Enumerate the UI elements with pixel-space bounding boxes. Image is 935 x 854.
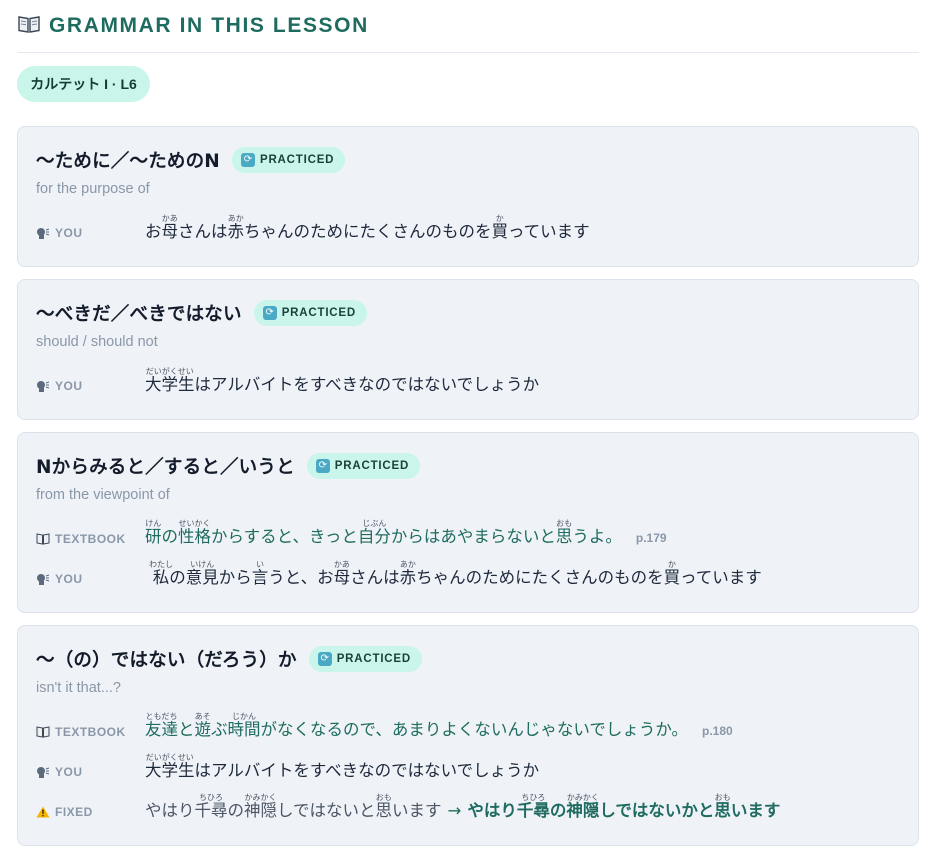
practiced-badge: ⟳ PRACTICED: [253, 300, 367, 326]
kanji-with-furigana: 言い: [251, 560, 269, 587]
original-sentence: やはり千尋ちひろの神隠かみかくしではないと思おもいます: [145, 793, 442, 820]
kanji-with-furigana: 千尋ちひろ: [194, 793, 228, 820]
grammar-title: Nからみると／すると／いうと: [36, 457, 295, 478]
you-label: YOU: [36, 226, 83, 240]
repeat-icon: ⟳: [262, 306, 277, 320]
warning-icon: [36, 806, 50, 818]
grammar-title: 〜べきだ／べきではない: [36, 304, 242, 325]
kanji-with-furigana: 千尋ちひろ: [516, 793, 550, 820]
grammar-title-row: 〜べきだ／べきではない ⟳ PRACTICED: [36, 300, 367, 326]
textbook-label: TEXTBOOK: [36, 725, 126, 739]
example-you: YOU お母かあさんは赤あかちゃんのためにたくさんのものを買かっています: [36, 203, 896, 243]
example-fixed: FIXED やはり千尋ちひろの神隠かみかくしではないと思おもいます → やはり千尋ち…: [36, 782, 896, 822]
badge-label: PRACTICED: [259, 154, 335, 166]
practiced-badge: ⟳ PRACTICED: [231, 147, 346, 173]
kanji-with-furigana: 大学生だいがくせい: [145, 753, 195, 780]
fixed-label: FIXED: [36, 805, 93, 819]
practiced-badge: ⟳ PRACTICED: [308, 646, 422, 672]
speaking-head-icon: [37, 574, 50, 585]
badge-label: PRACTICED: [281, 307, 356, 319]
example-sentence: お母かあさんは赤あかちゃんのためにたくさんのものを買かっています: [145, 214, 590, 241]
example-sentence: 友達ともだちと遊あそぶ時間じかんがなくなるので、あまりよくないんじゃないでしょう…: [145, 712, 733, 739]
example-you: YOU 大学生だいがくせいはアルバイトをすべきなのではないでしょうか: [36, 356, 896, 396]
grammar-title-row: Nからみると／すると／いうと ⟳ PRACTICED: [36, 453, 421, 479]
example-sentence: 研けんの性格せいかくからすると、きっと自分じぶんからはあやまらないと思おもうよ。…: [145, 519, 667, 546]
kanji-with-furigana: 時間じかん: [227, 712, 261, 739]
grammar-card: Nからみると／すると／いうと ⟳ PRACTICED from the view…: [17, 432, 919, 613]
kanji-with-furigana: 赤あか: [399, 560, 417, 587]
repeat-icon: ⟳: [317, 652, 332, 666]
kanji-with-furigana: 思おも: [714, 793, 731, 820]
corrected-sentence: やはり千尋ちひろの神隠かみかくしではないかと思おもいます: [467, 793, 781, 820]
lesson-tag[interactable]: カルテット I · L6: [17, 66, 150, 102]
grammar-meaning: isn't it that...?: [36, 680, 121, 696]
kanji-with-furigana: 買か: [663, 560, 681, 587]
you-label: YOU: [36, 572, 83, 586]
speaking-head-icon: [37, 381, 50, 392]
example-you: YOU 私わたしの意見いけんから言いうと、お母かあさんは赤あかちゃんのためにたく…: [36, 549, 896, 589]
grammar-title-row: 〜（の）ではない（だろう）か ⟳ PRACTICED: [36, 646, 422, 672]
section-title: GRAMMAR IN THIS LESSON: [49, 14, 369, 37]
badge-label: PRACTICED: [336, 653, 411, 665]
speaking-head-icon: [37, 767, 50, 778]
kanji-with-furigana: 遊あそ: [194, 712, 212, 739]
example-textbook: TEXTBOOK 研けんの性格せいかくからすると、きっと自分じぶんからはあやまら…: [36, 509, 896, 549]
arrow-right-icon: →: [447, 801, 462, 820]
example-you: YOU 大学生だいがくせいはアルバイトをすべきなのではないでしょうか: [36, 742, 896, 782]
textbook-label: TEXTBOOK: [36, 532, 126, 546]
example-textbook: TEXTBOOK 友達ともだちと遊あそぶ時間じかんがなくなるので、あまりよくない…: [36, 702, 896, 742]
you-label: YOU: [36, 765, 83, 779]
page-reference[interactable]: p.179: [636, 531, 667, 545]
example-sentence: 大学生だいがくせいはアルバイトをすべきなのではないでしょうか: [145, 753, 540, 780]
example-sentence: 大学生だいがくせいはアルバイトをすべきなのではないでしょうか: [145, 367, 540, 394]
kanji-with-furigana: 買か: [491, 214, 509, 241]
practiced-badge: ⟳ PRACTICED: [306, 453, 421, 479]
kanji-with-furigana: 思おも: [555, 519, 573, 546]
kanji-with-furigana: 神隠かみかく: [566, 793, 600, 820]
badge-label: PRACTICED: [334, 460, 410, 472]
kanji-with-furigana: 友達ともだち: [145, 712, 178, 739]
open-book-icon: [18, 16, 40, 33]
kanji-with-furigana: 大学生だいがくせい: [145, 367, 195, 394]
open-book-icon: [36, 726, 50, 738]
you-label: YOU: [36, 379, 83, 393]
grammar-meaning: should / should not: [36, 334, 158, 350]
grammar-title-row: 〜ために／〜ためのN ⟳ PRACTICED: [36, 147, 346, 173]
page-reference[interactable]: p.180: [702, 724, 733, 738]
kanji-with-furigana: 神隠かみかく: [244, 793, 277, 820]
grammar-card: 〜（の）ではない（だろう）か ⟳ PRACTICED isn't it that…: [17, 625, 919, 846]
kanji-with-furigana: 研けん: [145, 519, 162, 546]
kanji-with-furigana: 赤あか: [227, 214, 245, 241]
repeat-icon: ⟳: [240, 153, 255, 167]
repeat-icon: ⟳: [315, 459, 330, 473]
kanji-with-furigana: 母かあ: [161, 214, 179, 241]
open-book-icon: [36, 533, 50, 545]
grammar-card: 〜べきだ／べきではない ⟳ PRACTICED should / should …: [17, 279, 919, 420]
grammar-meaning: from the viewpoint of: [36, 487, 170, 503]
grammar-title: 〜（の）ではない（だろう）か: [36, 650, 297, 671]
example-sentence: 私わたしの意見いけんから言いうと、お母かあさんは赤あかちゃんのためにたくさんのも…: [149, 560, 762, 587]
section-header: GRAMMAR IN THIS LESSON: [18, 12, 919, 53]
grammar-meaning: for the purpose of: [36, 181, 150, 197]
kanji-with-furigana: 私わたし: [149, 560, 173, 587]
kanji-with-furigana: 性格せいかく: [178, 519, 211, 546]
kanji-with-furigana: 自分じぶん: [357, 519, 391, 546]
correction-sentence: やはり千尋ちひろの神隠かみかくしではないと思おもいます → やはり千尋ちひろの神隠か…: [145, 793, 780, 822]
kanji-with-furigana: 意見いけん: [185, 560, 219, 587]
kanji-with-furigana: 思おも: [375, 793, 393, 820]
speaking-head-icon: [37, 228, 50, 239]
grammar-card: 〜ために／〜ためのN ⟳ PRACTICED for the purpose o…: [17, 126, 919, 267]
kanji-with-furigana: 母かあ: [333, 560, 351, 587]
grammar-title: 〜ために／〜ためのN: [36, 151, 220, 172]
